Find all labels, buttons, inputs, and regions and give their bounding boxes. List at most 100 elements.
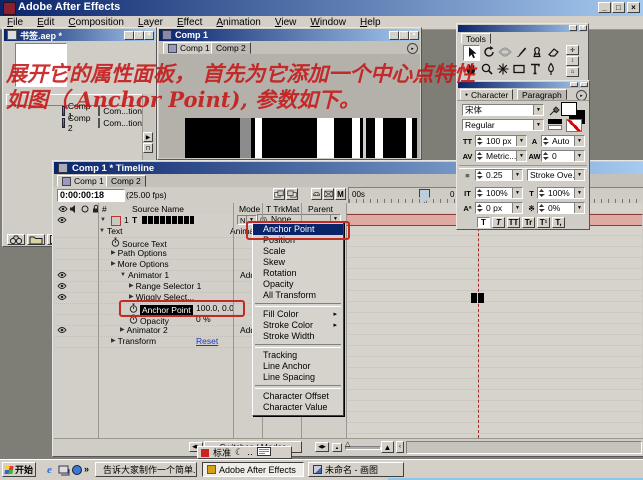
zoom-tool-icon[interactable]: [479, 62, 494, 76]
viewer-titlebar[interactable]: Comp 1 _ □ ×: [159, 29, 420, 41]
clone-stamp-tool-icon[interactable]: [529, 45, 544, 59]
font-size-field[interactable]: 100 px▼: [475, 135, 527, 147]
faux-style-button-1[interactable]: T: [492, 217, 505, 228]
faux-style-button-3[interactable]: Tr: [522, 217, 535, 228]
menu-item-line-spacing[interactable]: Line Spacing: [253, 372, 343, 383]
ime-toolbar[interactable]: 标准 ☾ ‥: [197, 446, 292, 459]
scroll-left-arrow[interactable]: ‹: [396, 441, 404, 453]
twirl-closed-icon[interactable]: ▶: [129, 292, 134, 303]
task-button-2[interactable]: 未命名 - 画图: [308, 462, 404, 477]
menu-item-character-offset[interactable]: Character Offset: [253, 391, 343, 402]
task-button-0[interactable]: 告诉大家制作一个简单...: [95, 462, 197, 477]
twirl-closed-icon[interactable]: ▶: [111, 248, 116, 259]
property-label[interactable]: Range Selector 1: [136, 281, 202, 292]
keyframe-block[interactable]: [478, 293, 484, 303]
swap-swatch-icon[interactable]: [548, 119, 562, 124]
layer-color-label[interactable]: [111, 216, 121, 226]
twirl-closed-icon[interactable]: ▶: [111, 336, 116, 347]
palette-collapse-button[interactable]: ▪: [569, 25, 577, 31]
new-folder-button[interactable]: [27, 234, 45, 245]
column-divider[interactable]: [233, 203, 234, 438]
menu-item-all-transform[interactable]: All Transform: [253, 290, 343, 301]
timeline-zoom-thumb[interactable]: △: [345, 440, 350, 448]
soft-keyboard-icon[interactable]: [257, 447, 271, 459]
menu-item-scale[interactable]: Scale: [253, 246, 343, 257]
camera-track-button[interactable]: ✛: [566, 45, 579, 55]
twirl-open-icon[interactable]: ▼: [120, 270, 126, 281]
spinner-icon[interactable]: [538, 203, 545, 213]
minimize-button[interactable]: _: [598, 2, 611, 13]
column-trkmat[interactable]: T TrkMat: [266, 204, 299, 214]
eraser-tool-icon[interactable]: [545, 45, 560, 59]
pan-behind-tool-icon[interactable]: [495, 62, 510, 76]
vertical-scale-field[interactable]: 100%▼: [475, 187, 523, 199]
quick-launch-browser-icon[interactable]: e: [43, 463, 56, 476]
ime-mode-label[interactable]: 标准: [213, 446, 231, 459]
viewer-tab-menu-icon[interactable]: ▸: [407, 43, 418, 54]
tab-character[interactable]: ● Character: [460, 89, 513, 100]
faux-style-button-2[interactable]: TT: [507, 217, 520, 228]
quick-launch-desktop-icon[interactable]: [57, 463, 70, 476]
tracking-field[interactable]: Metric...▼: [475, 150, 527, 162]
menu-item-line-anchor[interactable]: Line Anchor: [253, 361, 343, 372]
stroke-style-select[interactable]: Stroke Ove...▼: [527, 169, 585, 181]
faux-style-button-4[interactable]: T¹: [537, 217, 550, 228]
scroll-right-icon[interactable]: ▶: [143, 132, 153, 142]
project-maximize-button[interactable]: □: [134, 31, 144, 40]
menu-item-stroke-width[interactable]: Stroke Width: [253, 331, 343, 342]
faux-style-button-5[interactable]: T,: [552, 217, 565, 228]
camera-orbit-button[interactable]: ↕: [566, 56, 579, 66]
comp-family-button-1[interactable]: [273, 188, 285, 200]
timeline-zoom-slider[interactable]: [345, 446, 381, 450]
tools-tab[interactable]: Tools: [461, 33, 491, 44]
spinner-icon[interactable]: [476, 151, 483, 161]
property-value[interactable]: 100.0, 0.0: [196, 303, 234, 314]
property-value[interactable]: 0 %: [196, 314, 211, 325]
dots-icon[interactable]: ‥: [247, 447, 253, 458]
column-source-name[interactable]: Source Name: [132, 204, 184, 214]
orbit-camera-tool-icon[interactable]: [497, 45, 512, 59]
scroll-panel-icon[interactable]: ⊓: [143, 143, 153, 153]
spinner-icon[interactable]: [538, 188, 545, 198]
project-minimize-button[interactable]: _: [124, 31, 134, 40]
eyedropper-icon[interactable]: [548, 104, 560, 119]
column-mode[interactable]: Mode: [239, 204, 260, 214]
character-titlebar[interactable]: ▪ ×: [458, 82, 588, 88]
pen-tool-icon[interactable]: [543, 62, 558, 76]
menu-item-character-value[interactable]: Character Value: [253, 402, 343, 413]
project-titlebar[interactable]: 书签.aep * _ □ ×: [4, 29, 155, 41]
spinner-icon[interactable]: [476, 136, 483, 146]
spinner-icon[interactable]: [542, 151, 549, 161]
zoom-in-icon[interactable]: ▲: [381, 441, 394, 453]
property-label[interactable]: Animator 1: [128, 270, 169, 281]
motion-blur-button[interactable]: M: [335, 188, 346, 200]
palette-close-button[interactable]: ×: [579, 25, 587, 31]
twirl-closed-icon[interactable]: ▶: [111, 259, 116, 270]
tsume-field[interactable]: 0%▼: [537, 202, 585, 214]
property-label[interactable]: Wiggly Select...: [136, 292, 195, 303]
font-family-select[interactable]: 宋体▼: [462, 104, 544, 116]
horizontal-scale-field[interactable]: 100%▼: [537, 187, 585, 199]
column-index[interactable]: #: [102, 204, 107, 214]
comp-family-button-2[interactable]: [286, 188, 298, 200]
viewer-close-button[interactable]: ×: [409, 31, 419, 40]
timeline-tab-comp2[interactable]: Comp 2: [106, 175, 146, 187]
paintbrush-tool-icon[interactable]: [513, 45, 528, 59]
moon-icon[interactable]: ☾: [235, 447, 243, 458]
twirl-closed-icon[interactable]: ▶: [129, 281, 134, 292]
menu-item-skew[interactable]: Skew: [253, 257, 343, 268]
menu-item-opacity[interactable]: Opacity: [253, 279, 343, 290]
column-divider[interactable]: [98, 203, 99, 438]
type-tool-icon[interactable]: [527, 62, 542, 76]
task-button-1[interactable]: Adobe After Effects: [202, 462, 304, 477]
font-style-select[interactable]: Regular▼: [462, 119, 544, 131]
viewer-maximize-button[interactable]: □: [399, 31, 409, 40]
property-label[interactable]: More Options: [118, 259, 169, 270]
rotation-tool-icon[interactable]: [481, 45, 496, 59]
menu-item-stroke-color[interactable]: Stroke Color▸: [253, 320, 343, 331]
palette-close-button[interactable]: ×: [580, 82, 588, 87]
current-time-line[interactable]: [478, 203, 479, 438]
quick-launch-overflow[interactable]: »: [84, 464, 89, 474]
timeline-graph-area[interactable]: [347, 203, 642, 438]
baseline-shift-field[interactable]: 0 px▼: [475, 202, 523, 214]
